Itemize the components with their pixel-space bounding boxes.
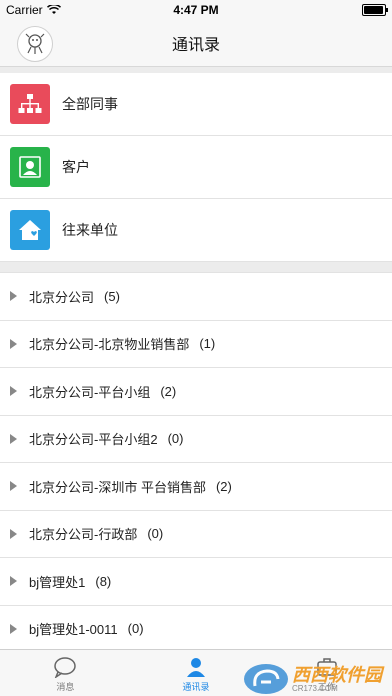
tab-label: 通讯录: [182, 682, 210, 692]
watermark-text-group: 西西软件园 CR173.COM: [292, 666, 382, 693]
tab-contacts[interactable]: 通讯录: [131, 650, 262, 696]
shortcut-all-colleagues[interactable]: 全部同事: [0, 73, 392, 136]
group-name: 北京分公司-深圳市 平台销售部: [29, 479, 206, 495]
chat-bubble-icon: [54, 657, 77, 678]
contacts-icon: [187, 658, 205, 677]
page-title: 通讯录: [171, 37, 220, 54]
group-name: 北京分公司-平台小组: [29, 384, 151, 400]
group-count: (8): [95, 573, 112, 589]
shortcut-partners[interactable]: 往来单位: [0, 199, 392, 262]
expand-arrow-icon: [10, 386, 17, 397]
watermark-logo-icon: [244, 664, 288, 694]
status-time: 4:47 PM: [173, 3, 219, 17]
group-name: 北京分公司-行政部: [29, 527, 138, 543]
group-count: (5): [104, 288, 120, 304]
tab-label: 消息: [56, 682, 75, 692]
expand-arrow-icon: [10, 623, 17, 634]
home-heart-icon: [10, 210, 50, 250]
expand-arrow-icon: [10, 481, 17, 492]
avatar-doodle-icon: [25, 33, 45, 54]
watermark-sub: CR173.COM: [292, 683, 338, 693]
battery-icon: [362, 4, 388, 16]
group-name: 北京分公司-平台小组2: [29, 432, 158, 448]
status-right: [362, 4, 388, 16]
watermark: 西西软件园 CR173.COM: [244, 664, 382, 694]
group-name: bj管理处1-0011: [29, 622, 118, 638]
nav-bar: 通讯录: [0, 20, 392, 67]
org-chart-icon: [10, 84, 50, 124]
expand-arrow-icon: [10, 576, 17, 587]
watermark-text: 西西软件园: [292, 664, 382, 685]
list-item[interactable]: 北京分公司 (5): [0, 273, 392, 321]
shortcut-label: 客户: [62, 159, 90, 175]
list-item[interactable]: 北京分公司-行政部 (0): [0, 510, 392, 558]
section-divider: [0, 262, 392, 273]
shortcut-label: 往来单位: [62, 222, 118, 238]
group-name: 北京分公司-北京物业销售部: [29, 337, 190, 353]
group-count: (2): [215, 478, 232, 494]
group-count: (0): [147, 526, 164, 542]
expand-arrow-icon: [10, 291, 17, 302]
status-bar: Carrier 4:47 PM: [0, 0, 392, 20]
list-item[interactable]: 北京分公司-北京物业销售部 (1): [0, 320, 392, 368]
group-name: 北京分公司: [29, 289, 95, 305]
expand-arrow-icon: [10, 338, 17, 349]
group-list: 北京分公司 (5) 北京分公司-北京物业销售部 (1) 北京分公司-平台小组 (…: [0, 273, 392, 653]
avatar[interactable]: [17, 26, 53, 62]
group-count: (1): [199, 336, 216, 352]
shortcut-label: 全部同事: [62, 96, 118, 112]
group-count: (2): [160, 383, 177, 399]
shortcut-customers[interactable]: 客户: [0, 136, 392, 199]
list-item[interactable]: bj管理处1-0011 (0): [0, 605, 392, 653]
tab-messages[interactable]: 消息: [0, 650, 131, 696]
person-icon: [10, 147, 50, 187]
group-name: bj管理处1: [29, 574, 86, 590]
expand-arrow-icon: [10, 433, 17, 444]
list-item[interactable]: 北京分公司-平台小组 (2): [0, 368, 392, 416]
group-count: (0): [127, 621, 144, 637]
list-item[interactable]: bj管理处1 (8): [0, 558, 392, 606]
list-item[interactable]: 北京分公司-深圳市 平台销售部 (2): [0, 463, 392, 511]
expand-arrow-icon: [10, 528, 17, 539]
list-item[interactable]: 北京分公司-平台小组2 (0): [0, 415, 392, 463]
group-count: (0): [167, 431, 184, 447]
